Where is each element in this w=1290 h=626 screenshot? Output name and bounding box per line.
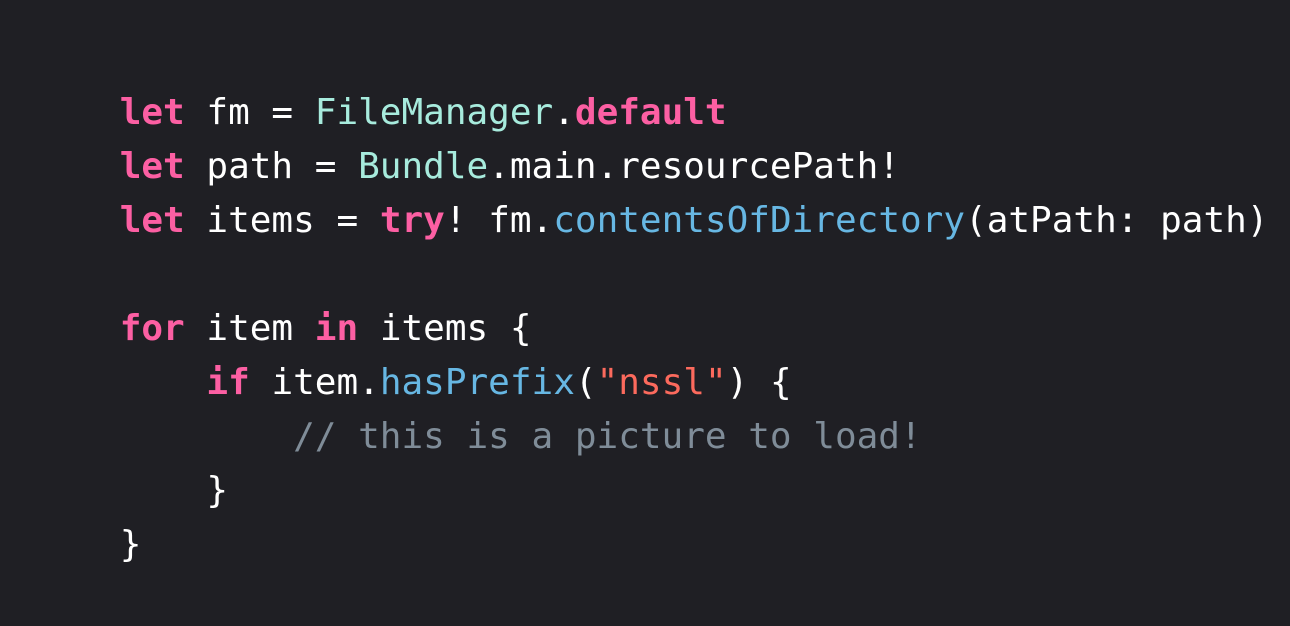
code-token: default xyxy=(574,92,727,133)
code-token: let xyxy=(119,200,185,241)
code-editor[interactable]: let fm = FileManager.default let path = … xyxy=(0,0,1290,565)
code-token: hasPrefix xyxy=(379,362,575,403)
code-line: for item in items { xyxy=(33,248,1290,349)
code-token: for xyxy=(119,308,185,349)
code-line: let fm = FileManager.default xyxy=(33,32,1290,133)
code-token: items = xyxy=(184,200,380,241)
code-token: let xyxy=(119,92,185,133)
code-token: } xyxy=(119,524,142,565)
code-token: ) { xyxy=(726,362,792,403)
code-token: ( xyxy=(574,362,597,403)
code-token: item. xyxy=(249,362,380,403)
code-token: (atPath: path) xyxy=(965,200,1269,241)
code-token: . xyxy=(553,92,575,133)
code-token: Bundle xyxy=(358,146,489,187)
code-token: try xyxy=(379,200,445,241)
code-token: contentsOfDirectory xyxy=(553,200,966,241)
code-token: if xyxy=(206,362,250,403)
code-token: .main.resourcePath! xyxy=(488,146,900,187)
code-token: let xyxy=(119,146,185,187)
code-token: "nssl" xyxy=(596,362,727,403)
code-token: fm = xyxy=(184,92,315,133)
code-token: ! fm. xyxy=(444,200,554,241)
code-comment: // this is a picture to load! xyxy=(293,416,922,457)
code-token: path = xyxy=(184,146,359,187)
code-token: in xyxy=(314,308,359,349)
code-token: } xyxy=(119,470,229,511)
code-token: item xyxy=(184,308,315,349)
code-token: FileManager xyxy=(314,92,554,133)
code-token: items { xyxy=(358,308,532,349)
